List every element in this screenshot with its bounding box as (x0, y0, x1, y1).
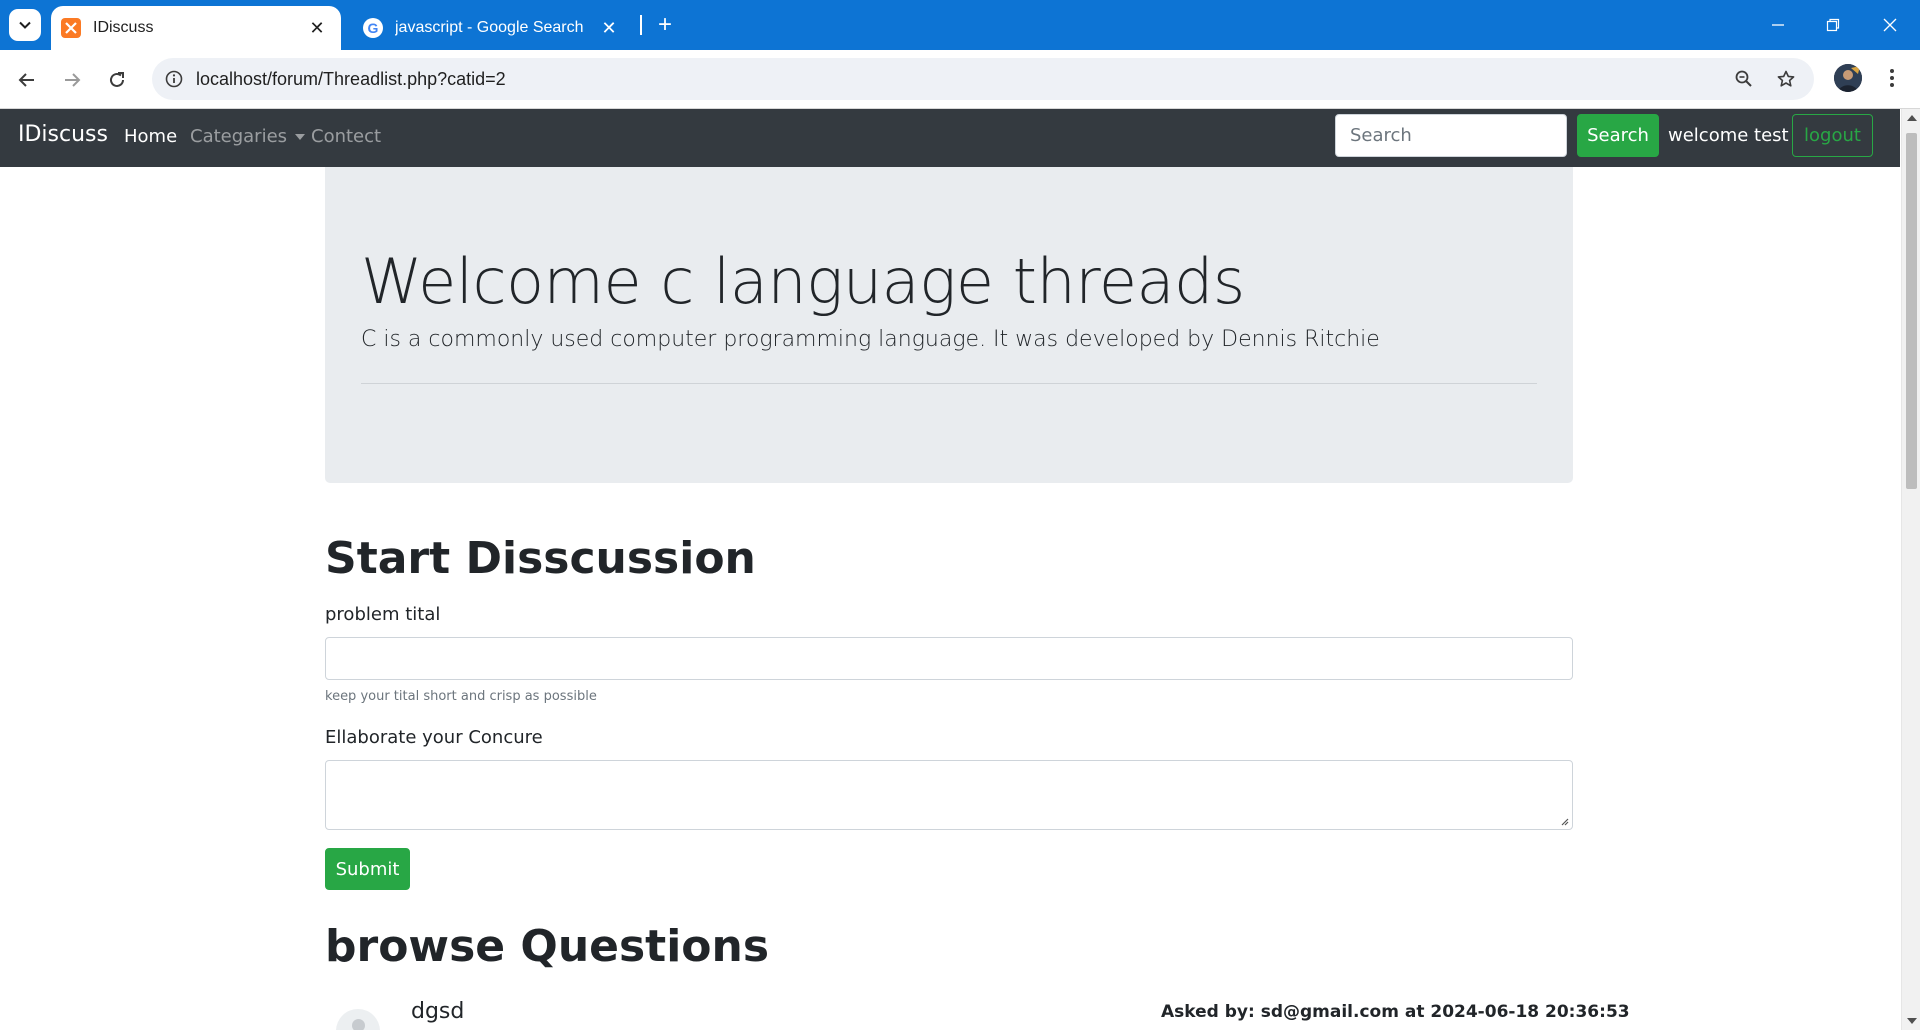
nav-contact[interactable]: Contect (311, 126, 381, 147)
profile-avatar[interactable] (1834, 64, 1862, 92)
resize-grip-icon[interactable] (1559, 816, 1569, 826)
brand-link[interactable]: IDiscuss (18, 122, 108, 147)
concern-textarea[interactable] (325, 760, 1573, 830)
url-text[interactable]: localhost/forum/Threadlist.php?catid=2 (196, 69, 506, 90)
close-icon[interactable]: ✕ (597, 16, 621, 40)
back-button[interactable] (11, 64, 43, 96)
tab-separator (640, 15, 642, 35)
more-vert-icon (1890, 69, 1894, 87)
restore-button[interactable] (1813, 8, 1853, 42)
browse-questions-heading: browse Questions (325, 921, 770, 972)
welcome-text: welcome test (1668, 125, 1789, 146)
question-title-link[interactable]: dgsd (411, 999, 464, 1024)
caret-down-icon (295, 134, 306, 140)
scroll-up-arrow-icon[interactable] (1907, 115, 1917, 121)
search-input[interactable] (1335, 114, 1567, 157)
svg-text:G: G (368, 20, 379, 36)
reload-icon (110, 72, 124, 87)
google-icon: G (363, 18, 383, 38)
page-viewport: IDiscuss Home Categaries Contect Search … (0, 109, 1920, 1030)
arrow-right-icon (65, 73, 81, 87)
web-page: IDiscuss Home Categaries Contect Search … (0, 109, 1900, 1030)
reload-button[interactable] (101, 64, 133, 96)
browser-tab-bar: IDiscuss ✕ G javascript - Google Search … (0, 0, 1920, 50)
tab-title: IDiscuss (93, 19, 154, 36)
close-icon (1883, 18, 1897, 32)
page-scrollbar[interactable] (1901, 109, 1920, 1030)
address-bar[interactable]: localhost/forum/Threadlist.php?catid=2 (152, 58, 1814, 100)
tab-title: javascript - Google Search (395, 19, 584, 36)
tab-search-button[interactable] (9, 9, 41, 41)
tab-google-search[interactable]: G javascript - Google Search ✕ (353, 6, 633, 50)
close-icon[interactable]: ✕ (305, 16, 329, 40)
zoom-icon[interactable] (1732, 67, 1756, 91)
logout-button[interactable]: logout (1792, 114, 1873, 157)
xampp-icon (61, 18, 81, 38)
site-info-icon[interactable] (162, 67, 186, 91)
browser-menu-button[interactable] (1878, 64, 1906, 92)
site-navbar: IDiscuss Home Categaries Contect Search … (0, 109, 1900, 167)
question-meta: Asked by: sd@gmail.com at 2024-06-18 20:… (1161, 1002, 1630, 1022)
divider (361, 383, 1537, 384)
start-discussion-heading: Start Disscussion (325, 533, 756, 584)
submit-button[interactable]: Submit (325, 848, 410, 890)
problem-title-help: keep your tital short and crisp as possi… (325, 689, 597, 704)
tab-idiscuss[interactable]: IDiscuss ✕ (51, 6, 341, 50)
nav-categories-label: Categaries (190, 126, 288, 147)
minimize-button[interactable] (1758, 8, 1798, 42)
search-button[interactable]: Search (1577, 114, 1659, 157)
nav-categories-dropdown[interactable]: Categaries (190, 126, 306, 147)
nav-home[interactable]: Home (124, 126, 177, 147)
category-description: C is a commonly used computer programmin… (361, 327, 1380, 352)
page-title: Welcome c language threads (361, 245, 1245, 318)
scroll-down-arrow-icon[interactable] (1907, 1018, 1917, 1024)
problem-title-label: problem tital (325, 604, 441, 625)
scrollbar-thumb[interactable] (1906, 133, 1917, 489)
minimize-icon (1772, 24, 1784, 26)
browser-toolbar: localhost/forum/Threadlist.php?catid=2 (0, 50, 1920, 109)
close-window-button[interactable] (1870, 8, 1910, 42)
bookmark-star-icon[interactable] (1774, 67, 1798, 91)
forward-button[interactable] (56, 64, 88, 96)
chevron-down-icon (19, 21, 31, 29)
restore-icon (1826, 18, 1840, 32)
user-avatar (336, 1009, 380, 1030)
category-jumbotron: Welcome c language threads C is a common… (325, 167, 1573, 483)
arrow-left-icon (18, 73, 34, 87)
concern-label: Ellaborate your Concure (325, 727, 543, 748)
problem-title-input[interactable] (325, 637, 1573, 680)
new-tab-button[interactable]: + (652, 11, 678, 38)
